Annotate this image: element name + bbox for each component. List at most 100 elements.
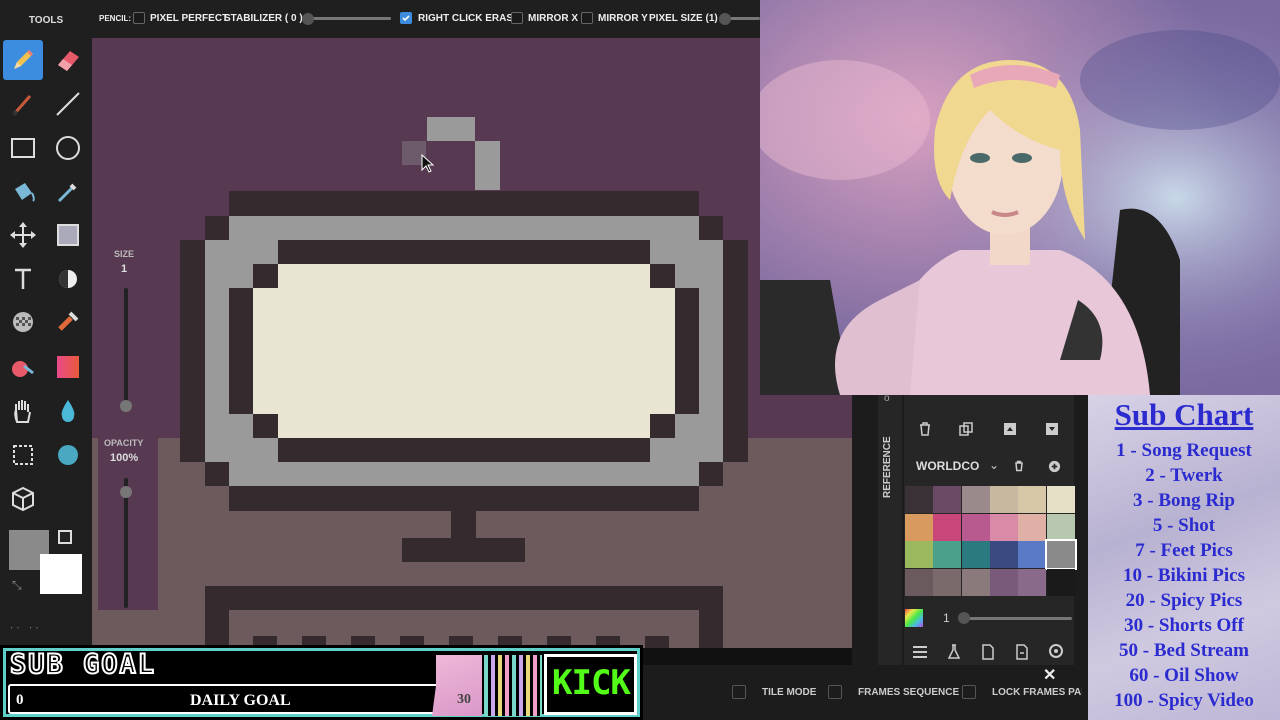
palette-swatch[interactable] bbox=[905, 513, 933, 541]
line-tool[interactable] bbox=[48, 84, 88, 124]
sub-goal-frame: SUB GOAL 0 DAILY GOAL 30 KICK bbox=[3, 648, 640, 717]
opacity-slider-knob[interactable] bbox=[120, 486, 132, 498]
hand-tool[interactable] bbox=[3, 391, 43, 431]
fill-bucket-tool[interactable] bbox=[3, 172, 43, 212]
sub-goal-title: SUB GOAL bbox=[9, 648, 157, 681]
sub-chart-item: 5 - Shot bbox=[1152, 515, 1216, 536]
stabilizer-knob[interactable] bbox=[302, 13, 314, 25]
sub-chart-item: 30 - Shorts Off bbox=[1124, 615, 1244, 636]
drawing-canvas[interactable] bbox=[92, 38, 852, 648]
palette-name[interactable]: WORLDCO bbox=[916, 459, 979, 473]
size-slider-knob[interactable] bbox=[120, 400, 132, 412]
goal-rainbow-stripes bbox=[484, 655, 542, 716]
stamp-icon bbox=[58, 311, 79, 331]
eyedropper-tool[interactable] bbox=[48, 172, 88, 212]
pencil-tool[interactable] bbox=[3, 40, 43, 80]
pixel-antenna-stem bbox=[475, 141, 500, 190]
palette-swatch[interactable] bbox=[905, 568, 933, 596]
mirror-x-checkbox[interactable] bbox=[511, 12, 523, 24]
eraser-tool[interactable] bbox=[48, 40, 88, 80]
dither-tool[interactable] bbox=[48, 259, 88, 299]
palette-swatch[interactable] bbox=[989, 541, 1018, 568]
palette-swatch[interactable] bbox=[905, 486, 933, 513]
gradient-tool[interactable] bbox=[48, 347, 88, 387]
palette-swatches bbox=[904, 486, 1077, 596]
smudge-tool[interactable] bbox=[48, 435, 88, 475]
move-layer-down-icon[interactable] bbox=[1044, 421, 1060, 437]
list-icon[interactable] bbox=[912, 645, 928, 659]
close-icon[interactable]: ✕ bbox=[1043, 665, 1056, 685]
zoom-slider-knob[interactable] bbox=[958, 612, 970, 624]
pixel-size-knob[interactable] bbox=[719, 13, 731, 25]
delete-layer-icon[interactable] bbox=[917, 421, 933, 437]
palette-swatch[interactable] bbox=[961, 486, 990, 513]
frames-sequence-checkbox[interactable] bbox=[828, 685, 842, 699]
text-icon bbox=[15, 268, 31, 289]
palette-swatch[interactable] bbox=[933, 541, 962, 568]
delete-palette-icon[interactable] bbox=[1013, 460, 1025, 472]
size-slider[interactable] bbox=[124, 288, 128, 406]
palette-swatch[interactable] bbox=[961, 513, 990, 541]
palette-swatch[interactable] bbox=[933, 486, 962, 513]
palette-swatch[interactable] bbox=[905, 541, 933, 568]
more-options-icon[interactable]: ∙∙ ∙∙ bbox=[10, 620, 42, 634]
layer-toggle-icon[interactable]: ò bbox=[884, 393, 890, 404]
rainbow-picker-icon[interactable] bbox=[905, 609, 923, 627]
3d-tool[interactable] bbox=[3, 479, 43, 519]
import-file-icon[interactable] bbox=[981, 644, 995, 660]
pattern-tool[interactable] bbox=[3, 302, 43, 342]
zoom-value: 1 bbox=[943, 611, 950, 625]
secondary-color-swatch[interactable] bbox=[40, 554, 82, 594]
sub-chart-item: 3 - Bong Rip bbox=[1133, 490, 1235, 511]
lock-frames-panel-checkbox[interactable] bbox=[962, 685, 976, 699]
brush-icon bbox=[12, 95, 32, 116]
stabilizer-label: STABILIZER ( 0 ) bbox=[224, 13, 303, 24]
palette-swatch[interactable] bbox=[1018, 486, 1047, 513]
mirror-y-checkbox[interactable] bbox=[581, 12, 593, 24]
swap-colors-icon[interactable] bbox=[58, 530, 72, 544]
duplicate-layer-icon[interactable] bbox=[958, 421, 974, 437]
rectangle-tool[interactable] bbox=[3, 128, 43, 168]
palette-swatch[interactable] bbox=[989, 568, 1018, 596]
tile-mode-checkbox[interactable] bbox=[732, 685, 746, 699]
palette-swatch[interactable] bbox=[989, 486, 1018, 513]
palette-swatch[interactable] bbox=[933, 568, 962, 596]
stabilizer-slider[interactable] bbox=[305, 17, 391, 20]
brush-tool[interactable] bbox=[3, 84, 43, 124]
pixel-perfect-label: PIXEL PERFECT bbox=[150, 13, 229, 24]
ellipse-tool[interactable] bbox=[48, 128, 88, 168]
opacity-label: OPACITY bbox=[104, 438, 144, 448]
crop-tool[interactable] bbox=[3, 435, 43, 475]
stamp-tool[interactable] bbox=[48, 302, 88, 342]
move-layer-up-icon[interactable] bbox=[1002, 421, 1018, 437]
pixel-perfect-checkbox[interactable] bbox=[133, 12, 145, 24]
palette-swatch[interactable] bbox=[1046, 513, 1075, 541]
add-color-icon[interactable] bbox=[1048, 460, 1061, 473]
palette-swatch[interactable] bbox=[961, 568, 990, 596]
palette-swatch[interactable] bbox=[1044, 539, 1077, 570]
palette-swatch[interactable] bbox=[1046, 486, 1075, 513]
palette-swatch[interactable] bbox=[1018, 541, 1047, 568]
palette-swatch[interactable] bbox=[961, 541, 990, 568]
color-replace-tool[interactable] bbox=[3, 347, 43, 387]
palette-swatch[interactable] bbox=[1018, 568, 1047, 596]
export-file-icon[interactable] bbox=[1015, 644, 1029, 660]
blur-tool[interactable] bbox=[48, 391, 88, 431]
select-area-tool[interactable] bbox=[48, 215, 88, 255]
zoom-slider[interactable] bbox=[964, 617, 1072, 620]
reset-colors-icon[interactable]: ⤡ bbox=[12, 578, 22, 593]
palette-swatch[interactable] bbox=[1046, 568, 1075, 596]
flask-icon[interactable] bbox=[947, 644, 961, 660]
text-tool[interactable] bbox=[3, 259, 43, 299]
palette-swatch[interactable] bbox=[933, 513, 962, 541]
move-tool[interactable] bbox=[3, 215, 43, 255]
right-click-erase-checkbox[interactable] bbox=[400, 12, 412, 24]
webcam-image bbox=[760, 0, 1280, 395]
mirror-x-label: MIRROR X bbox=[528, 13, 578, 24]
palette-swatch[interactable] bbox=[1018, 513, 1047, 541]
sub-chart-item: 7 - Feet Pics bbox=[1135, 540, 1233, 561]
tile-mode-label: TILE MODE bbox=[762, 687, 817, 698]
settings-icon[interactable] bbox=[1048, 643, 1064, 659]
palette-swatch[interactable] bbox=[989, 513, 1018, 541]
chevron-down-icon[interactable]: ⌄ bbox=[989, 458, 999, 472]
